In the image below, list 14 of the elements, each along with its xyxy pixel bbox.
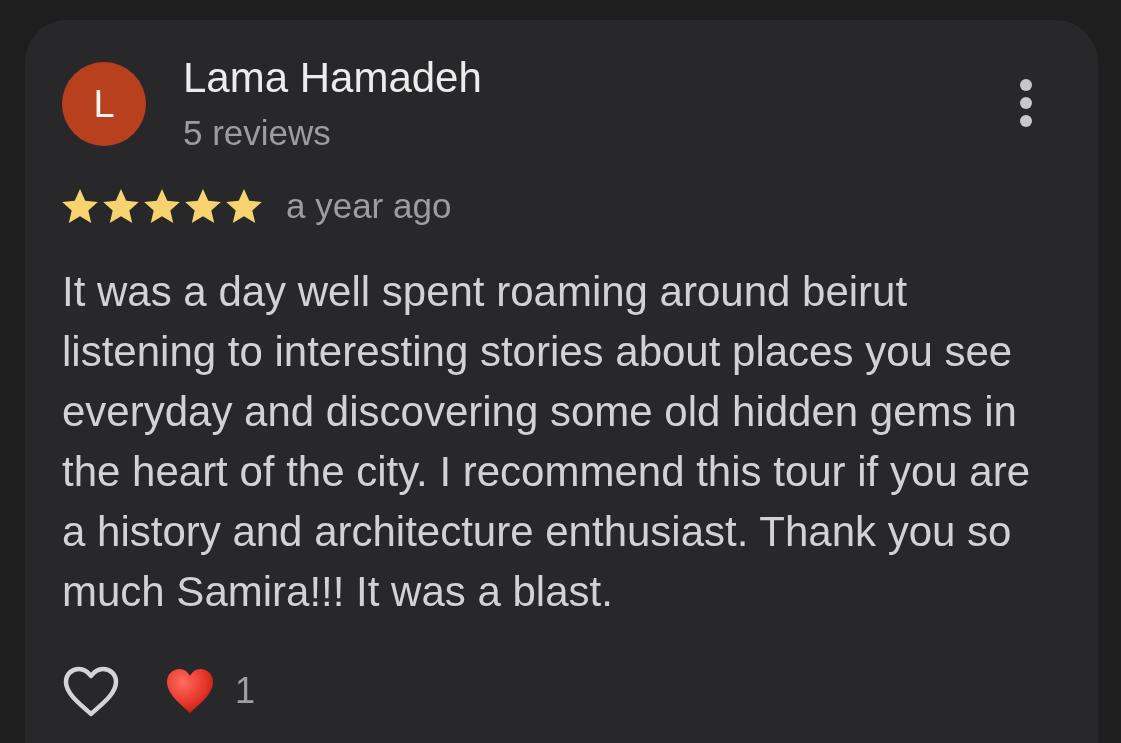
review-date: a year ago <box>286 187 452 225</box>
avatar: L <box>62 62 146 146</box>
reaction-count: 1 <box>235 670 256 712</box>
heart-outline-icon[interactable] <box>62 665 120 717</box>
star-filled-icon <box>185 188 221 224</box>
author-name[interactable]: Lama Hamadeh <box>183 56 482 100</box>
star-filled-icon <box>144 188 180 224</box>
heart-emoji-icon <box>165 667 215 715</box>
star-filled-icon <box>103 188 139 224</box>
more-options-icon[interactable] <box>1020 79 1032 127</box>
review-count: 5 reviews <box>183 114 331 152</box>
star-filled-icon <box>62 188 98 224</box>
review-text: It was a day well spent roaming around beirut listening to interesting stories about places you see everyday and discovering some old hidden gems in the heart of the city. I recommend this tour if you are a history and architecture enthusiast. Thank you so much Samira!!! It was a blast. <box>62 267 1031 617</box>
star-filled-icon <box>226 188 262 224</box>
